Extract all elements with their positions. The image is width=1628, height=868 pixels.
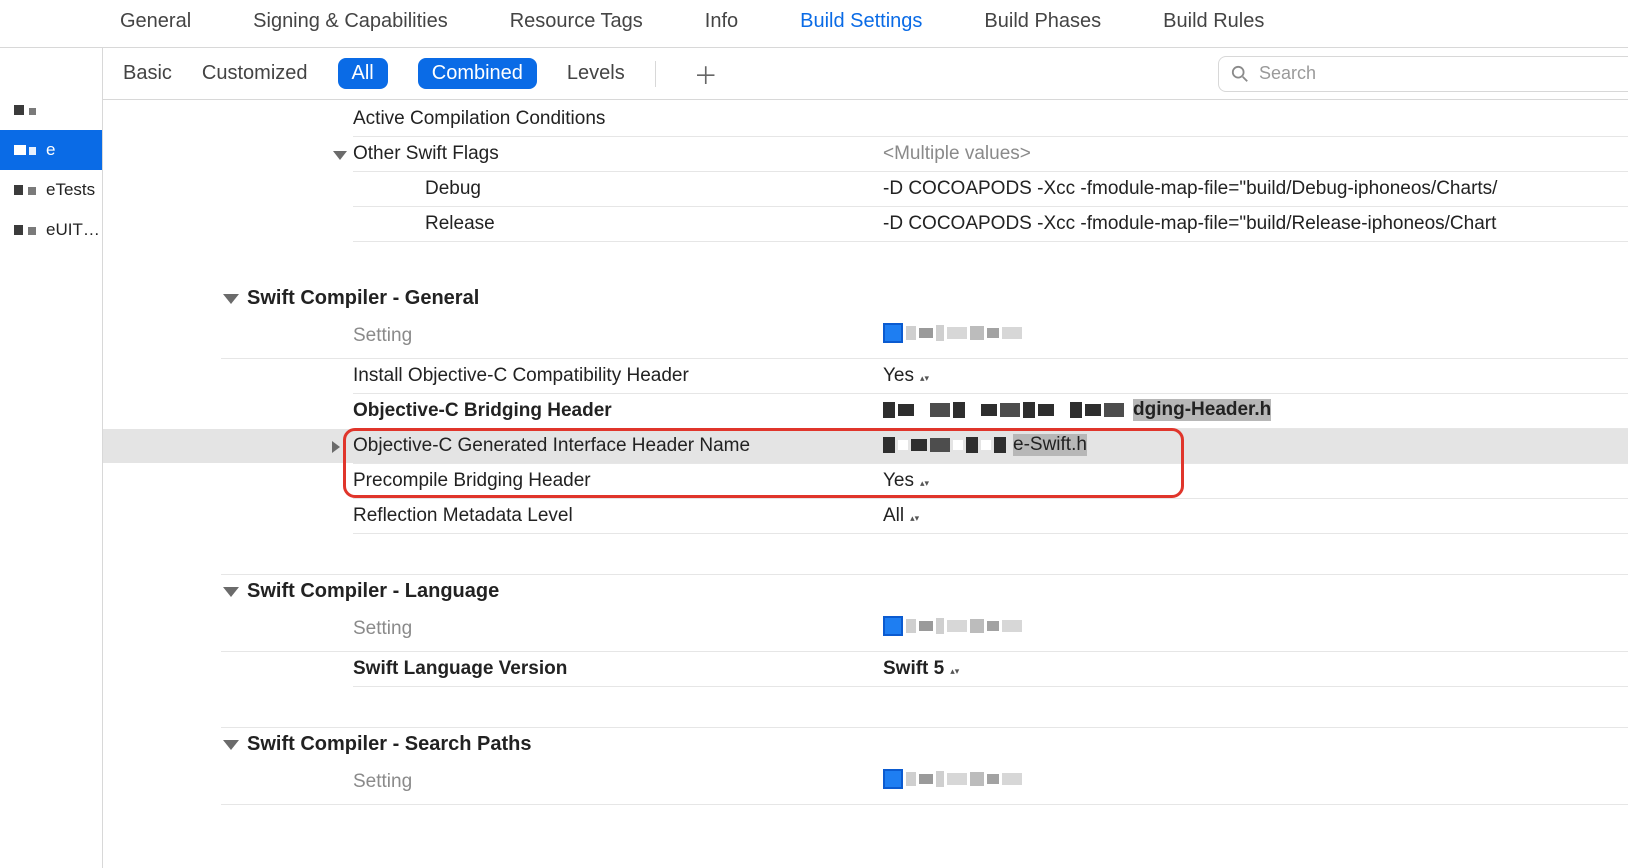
setting-other-swift-debug[interactable]: Debug -D COCOAPODS -Xcc -fmodule-map-fil… [103,172,1628,206]
redacted-value: dging-Header.h [883,399,1271,421]
toolbar-divider [655,61,656,87]
search-input[interactable] [1259,63,1579,84]
filter-all[interactable]: All [338,58,388,89]
filter-customized[interactable]: Customized [202,62,308,85]
sidebar-item-label: eTests [46,180,95,200]
tab-build-settings[interactable]: Build Settings [800,10,922,33]
build-settings-list: Active Compilation Conditions Other Swif… [103,102,1628,805]
sidebar-target-e[interactable]: e [0,130,102,170]
sidebar-target-euit[interactable]: eUIT… [0,210,102,250]
setting-reflection-metadata[interactable]: Reflection Metadata Level All▴▾ [103,499,1628,533]
stepper-icon[interactable]: ▴▾ [950,668,959,674]
highlight-box: Objective-C Generated Interface Header N… [103,428,1628,498]
section-swift-general[interactable]: Swift Compiler - General [103,282,1628,314]
filter-basic[interactable]: Basic [123,62,172,85]
stepper-icon[interactable]: ▴▾ [910,515,919,521]
setting-header-row-3: Setting [103,760,1628,804]
sidebar-item-label: eUIT… [46,220,100,240]
disclosure-triangle-icon[interactable] [333,151,347,160]
stepper-icon[interactable]: ▴▾ [920,480,929,486]
disclosure-triangle-icon[interactable] [332,441,348,453]
tab-general[interactable]: General [120,10,191,33]
setting-other-swift-flags[interactable]: Other Swift Flags <Multiple values> [103,137,1628,171]
tab-build-phases[interactable]: Build Phases [984,10,1101,33]
setting-generated-interface-header[interactable]: Objective-C Generated Interface Header N… [103,429,1628,463]
redacted-target-icon [883,323,1022,343]
add-button[interactable]: ＋ [686,56,726,91]
sidebar-target-etests[interactable]: eTests [0,170,102,210]
section-swift-language[interactable]: Swift Compiler - Language [103,575,1628,607]
setting-other-swift-release[interactable]: Release -D COCOAPODS -Xcc -fmodule-map-f… [103,207,1628,241]
search-icon [1231,65,1249,83]
tab-signing[interactable]: Signing & Capabilities [253,10,448,33]
disclosure-triangle-icon[interactable] [223,740,239,750]
targets-sidebar: e eTests eUIT… [0,48,103,868]
search-field[interactable] [1218,56,1628,92]
tab-resource-tags[interactable]: Resource Tags [510,10,643,33]
editor-tabs: General Signing & Capabilities Resource … [0,0,1628,48]
setting-install-objc-header[interactable]: Install Objective-C Compatibility Header… [103,359,1628,393]
filter-combined[interactable]: Combined [418,58,537,89]
sidebar-item-label: e [46,140,55,160]
disclosure-triangle-icon[interactable] [223,587,239,597]
redacted-target-icon [883,769,1022,789]
setting-precompile-bridging-header[interactable]: Precompile Bridging Header Yes▴▾ [103,464,1628,498]
sidebar-row-0[interactable] [0,90,102,130]
redacted-value: e-Swift.h [883,434,1087,456]
stepper-icon[interactable]: ▴▾ [920,375,929,381]
section-swift-search-paths[interactable]: Swift Compiler - Search Paths [103,728,1628,760]
setting-active-compilation[interactable]: Active Compilation Conditions [103,102,1628,136]
redacted-target-icon [883,616,1022,636]
tab-build-rules[interactable]: Build Rules [1163,10,1264,33]
filter-toolbar: Basic Customized All Combined Levels ＋ [103,48,1628,100]
setting-bridging-header[interactable]: Objective-C Bridging Header dging-Header… [103,394,1628,428]
tab-info[interactable]: Info [705,10,738,33]
setting-swift-language-version[interactable]: Swift Language Version Swift 5▴▾ [103,652,1628,686]
setting-header-row: Setting [103,314,1628,358]
filter-levels[interactable]: Levels [567,62,625,85]
disclosure-triangle-icon[interactable] [223,294,239,304]
setting-header-row-2: Setting [103,607,1628,651]
